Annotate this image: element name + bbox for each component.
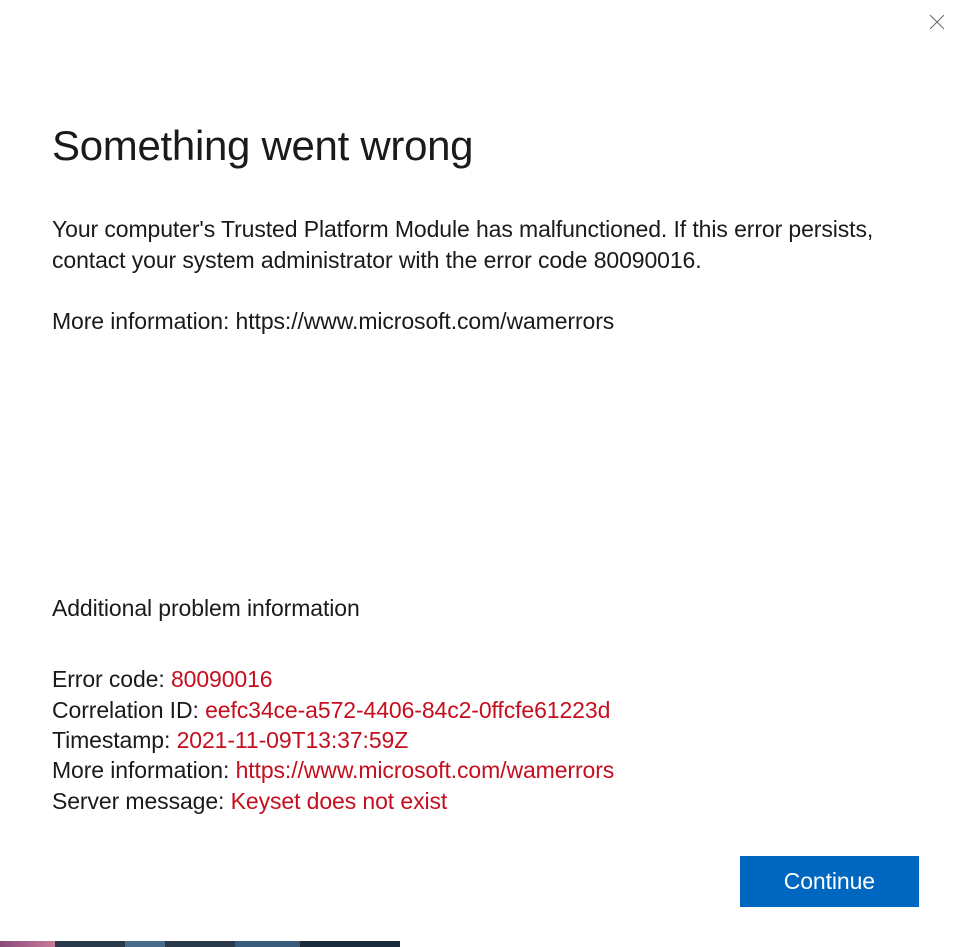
taskbar-segment	[0, 941, 55, 947]
error-description: Your computer's Trusted Platform Module …	[52, 214, 919, 276]
correlation-id-row: Correlation ID: eefc34ce-a572-4406-84c2-…	[52, 695, 919, 725]
timestamp-value: 2021-11-09T13:37:59Z	[177, 727, 409, 753]
error-code-row: Error code: 80090016	[52, 664, 919, 694]
correlation-id-label: Correlation ID:	[52, 697, 205, 723]
taskbar-segment	[300, 941, 400, 947]
close-button[interactable]	[925, 10, 949, 34]
taskbar-segment	[235, 941, 300, 947]
more-info-text: More information: https://www.microsoft.…	[52, 306, 919, 337]
taskbar-strip	[0, 941, 400, 947]
correlation-id-value: eefc34ce-a572-4406-84c2-0ffcfe61223d	[205, 697, 610, 723]
more-info-label: More information:	[52, 757, 236, 783]
error-code-value: 80090016	[171, 666, 273, 692]
taskbar-segment	[125, 941, 165, 947]
server-message-value: Keyset does not exist	[231, 788, 448, 814]
titlebar	[0, 0, 971, 44]
dialog-content: Something went wrong Your computer's Tru…	[0, 44, 971, 941]
taskbar-segment	[165, 941, 235, 947]
taskbar-segment	[55, 941, 125, 947]
close-icon	[929, 14, 945, 30]
timestamp-row: Timestamp: 2021-11-09T13:37:59Z	[52, 725, 919, 755]
error-heading: Something went wrong	[52, 122, 919, 170]
button-row: Continue	[52, 856, 919, 907]
more-info-row: More information: https://www.microsoft.…	[52, 755, 919, 785]
continue-button[interactable]: Continue	[740, 856, 919, 907]
timestamp-label: Timestamp:	[52, 727, 177, 753]
server-message-label: Server message:	[52, 788, 231, 814]
additional-info-section: Additional problem information Error cod…	[52, 595, 919, 816]
more-info-value: https://www.microsoft.com/wamerrors	[236, 757, 615, 783]
server-message-row: Server message: Keyset does not exist	[52, 786, 919, 816]
error-code-label: Error code:	[52, 666, 171, 692]
additional-info-heading: Additional problem information	[52, 595, 919, 622]
